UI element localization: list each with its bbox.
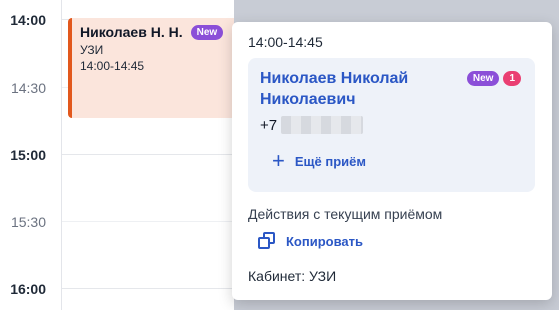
copy-label: Копировать [286, 233, 364, 249]
another-appointment-button[interactable]: + Ещё приём [272, 148, 523, 173]
new-badge: New [466, 71, 500, 86]
phone-prefix: +7 [260, 116, 278, 134]
appointment-popover: 14:00-14:45 Николаев Николай Николаевич … [232, 22, 552, 300]
appointment-patient-name: Николаев Н. Н. [80, 24, 183, 40]
count-badge: 1 [503, 71, 521, 86]
time-label: 14:00 [10, 12, 46, 28]
time-column: 14:00 14:30 15:00 15:30 16:00 [0, 0, 62, 310]
patient-card: Николаев Николай Николаевич New 1 +7 + Е… [248, 58, 535, 192]
another-appointment-label: Ещё приём [294, 153, 366, 169]
time-label: 15:30 [10, 214, 46, 230]
grid-line [62, 221, 232, 222]
cabinet-info: Кабинет: УЗИ [248, 268, 337, 284]
appointment-card[interactable]: Николаев Н. Н. New УЗИ 14:00-14:45 [68, 18, 234, 118]
time-label: 14:30 [10, 80, 46, 96]
grid-line [62, 154, 232, 155]
appointment-time: 14:00-14:45 [80, 59, 145, 73]
plus-icon: + [272, 148, 285, 173]
patient-name-link[interactable]: Николаев Николай Николаевич [260, 68, 450, 110]
time-label: 16:00 [10, 281, 46, 297]
popover-time: 14:00-14:45 [248, 34, 323, 50]
copy-button[interactable]: Копировать [258, 232, 363, 250]
copy-icon [258, 232, 276, 250]
phone-redacted [281, 116, 364, 134]
patient-phone: +7 [260, 116, 523, 134]
actions-title: Действия с текущим приёмом [248, 206, 443, 222]
patient-badges: New 1 [466, 71, 521, 86]
new-badge: New [190, 24, 224, 40]
grid-line [62, 288, 232, 289]
appointment-service: УЗИ [80, 43, 104, 57]
time-label: 15:00 [10, 147, 46, 163]
